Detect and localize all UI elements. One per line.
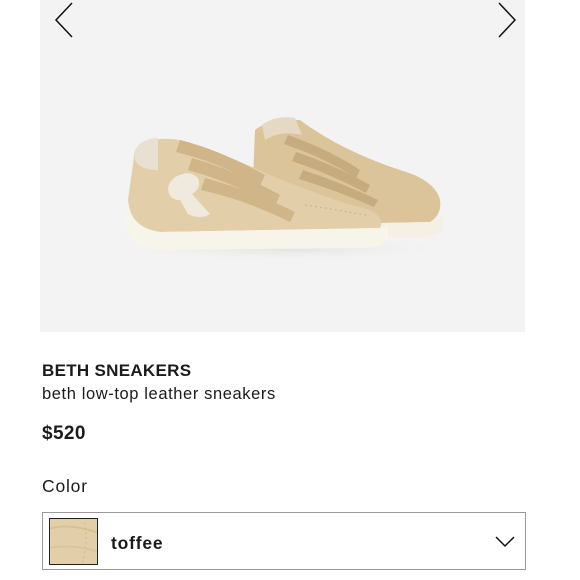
color-label: Color [42, 476, 88, 496]
product-image-gallery[interactable] [40, 0, 525, 332]
color-dropdown[interactable]: toffee [42, 512, 526, 570]
product-page: BETH SNEAKERS beth low-top leather sneak… [0, 0, 580, 580]
color-swatch [49, 518, 98, 565]
chevron-left-icon [54, 2, 73, 38]
sneaker-pair-image [115, 117, 455, 262]
product-name: BETH SNEAKERS [42, 361, 192, 380]
chevron-down-icon [495, 535, 515, 549]
chevron-right-icon [498, 2, 517, 38]
gallery-prev-button[interactable] [52, 0, 82, 40]
selected-color-value: toffee [111, 533, 164, 553]
product-price: $520 [42, 423, 86, 444]
gallery-next-button[interactable] [495, 0, 525, 40]
product-subtitle: beth low-top leather sneakers [42, 385, 276, 403]
